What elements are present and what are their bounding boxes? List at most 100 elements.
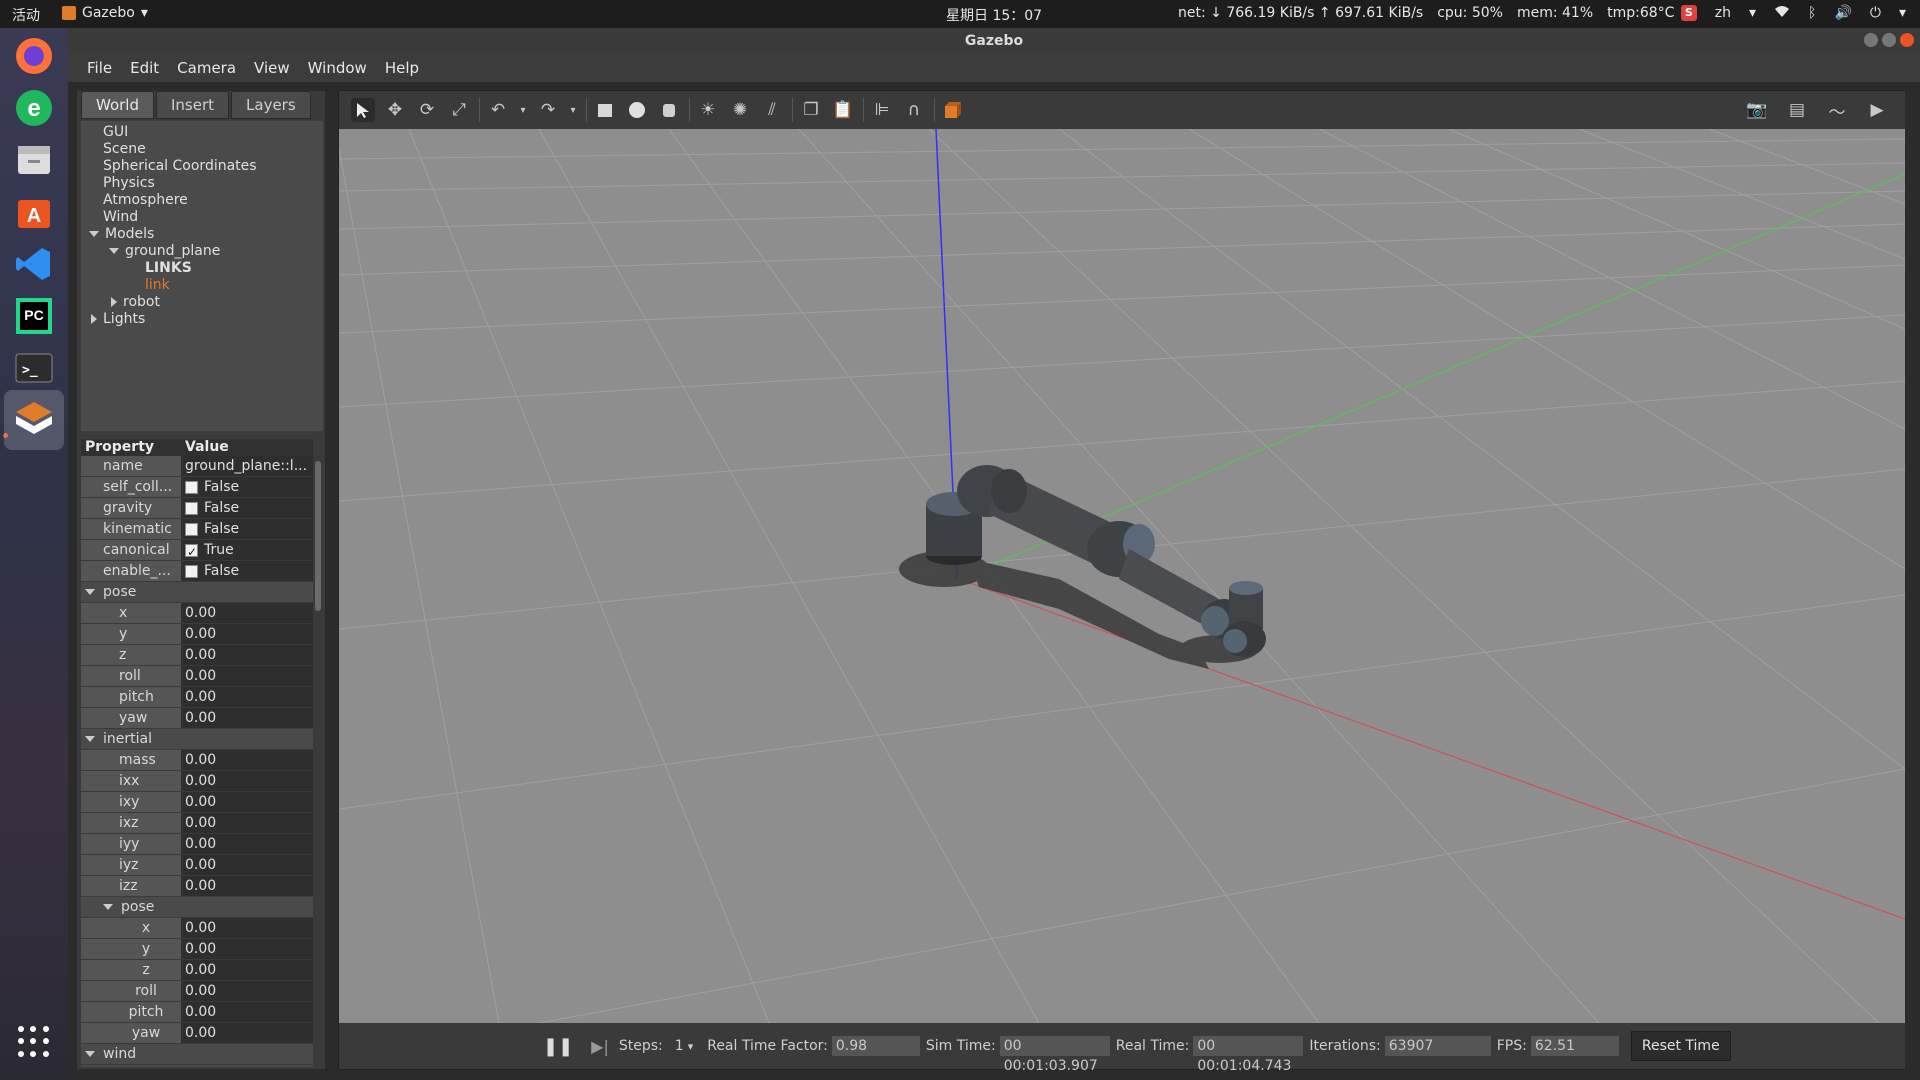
tree-item-scene[interactable]: Scene <box>103 141 146 158</box>
expand-arrow-icon[interactable] <box>85 589 95 595</box>
table-row[interactable]: name ground_plane::l... <box>81 456 313 477</box>
checkbox[interactable] <box>185 480 198 494</box>
table-row[interactable]: yaw 0.00 <box>81 708 313 729</box>
property-value[interactable]: False <box>181 498 313 518</box>
table-row[interactable]: pitch 0.00 <box>81 687 313 708</box>
table-row[interactable]: iyy 0.00 <box>81 834 313 855</box>
property-value[interactable]: 0.00 <box>181 834 313 854</box>
rotate-mode-icon[interactable]: ⟳ <box>415 98 439 122</box>
property-value[interactable]: True <box>181 540 313 560</box>
menu-view[interactable]: View <box>245 59 299 77</box>
menu-window[interactable]: Window <box>299 59 376 77</box>
menu-file[interactable]: File <box>78 59 121 77</box>
tree-item-lights[interactable]: Lights <box>91 311 145 328</box>
section-wind[interactable]: wind <box>81 1044 313 1065</box>
tree-item-physics[interactable]: Physics <box>103 175 155 192</box>
checkbox[interactable] <box>185 564 198 578</box>
tree-item-ground-plane[interactable]: ground_plane <box>109 243 220 260</box>
property-value[interactable]: 0.00 <box>181 918 313 938</box>
app-menu[interactable]: Gazebo ▾ <box>62 5 148 21</box>
log-icon[interactable]: ▤ <box>1785 98 1809 122</box>
table-row[interactable]: gravity False <box>81 498 313 519</box>
property-value[interactable]: 0.00 <box>181 666 313 686</box>
section-pose[interactable]: pose <box>81 582 313 603</box>
property-value[interactable]: ground_plane::l... <box>181 456 313 476</box>
property-value[interactable]: 0.00 <box>181 771 313 791</box>
table-row[interactable]: z 0.00 <box>81 960 313 981</box>
table-row[interactable]: mass 0.00 <box>81 750 313 771</box>
snap-icon[interactable]: ∩ <box>902 98 926 122</box>
property-scrollbar[interactable] <box>315 461 321 611</box>
checkbox[interactable] <box>185 501 198 515</box>
table-row[interactable]: y 0.00 <box>81 939 313 960</box>
reset-time-button[interactable]: Reset Time <box>1630 1031 1731 1061</box>
chevron-down-icon[interactable]: ▾ <box>518 98 528 122</box>
tab-layers[interactable]: Layers <box>231 91 311 119</box>
sphere-shape-icon[interactable] <box>625 98 649 122</box>
translate-mode-icon[interactable]: ✥ <box>383 98 407 122</box>
firefox-icon[interactable] <box>12 34 56 78</box>
pycharm-icon[interactable]: PC <box>12 294 56 338</box>
scale-mode-icon[interactable]: ⤢ <box>447 98 471 122</box>
tree-item-robot[interactable]: robot <box>111 294 160 311</box>
table-row[interactable]: canonical True <box>81 540 313 561</box>
table-row[interactable]: ixy 0.00 <box>81 792 313 813</box>
tree-item-gui[interactable]: GUI <box>103 124 128 141</box>
property-value[interactable]: False <box>181 477 313 497</box>
property-value[interactable]: 0.00 <box>181 750 313 770</box>
volume-icon[interactable]: 🔊 <box>1834 5 1851 21</box>
plot-icon[interactable]: 〜 <box>1825 98 1849 123</box>
undo-icon[interactable]: ↶ <box>486 98 510 122</box>
property-value[interactable]: 0.00 <box>181 855 313 875</box>
redo-icon[interactable]: ↷ <box>536 98 560 122</box>
chevron-down-icon[interactable]: ▾ <box>568 98 578 122</box>
maximize-button[interactable] <box>1882 33 1896 47</box>
wifi-icon[interactable] <box>1774 4 1790 22</box>
property-value[interactable]: False <box>181 561 313 581</box>
paste-icon[interactable]: 📋 <box>831 98 855 122</box>
software-center-icon[interactable]: A <box>12 190 56 234</box>
section-inertial-pose[interactable]: pose <box>81 897 313 918</box>
property-value[interactable]: False <box>181 519 313 539</box>
expand-arrow-icon[interactable] <box>85 1051 95 1057</box>
activities-button[interactable]: 活动 <box>12 5 40 25</box>
cylinder-shape-icon[interactable] <box>657 98 681 122</box>
tree-item-atmosphere[interactable]: Atmosphere <box>103 192 188 209</box>
property-value[interactable]: 0.00 <box>181 792 313 812</box>
box-shape-icon[interactable] <box>593 98 617 122</box>
minimize-button[interactable] <box>1864 33 1878 47</box>
point-light-icon[interactable]: ☀ <box>696 98 720 122</box>
chevron-down-icon[interactable]: ▾ <box>688 1040 694 1053</box>
expand-arrow-icon[interactable] <box>103 904 113 910</box>
step-icon[interactable]: ▶| <box>591 1037 609 1056</box>
table-row[interactable]: yaw 0.00 <box>81 1023 313 1044</box>
property-value[interactable]: 0.00 <box>181 687 313 707</box>
table-row[interactable]: self_coll... False <box>81 477 313 498</box>
property-value[interactable]: 0.00 <box>181 1023 313 1043</box>
expand-arrow-icon[interactable] <box>109 248 119 254</box>
property-value[interactable]: 0.00 <box>181 708 313 728</box>
table-row[interactable]: x 0.00 <box>81 603 313 624</box>
screenshot-icon[interactable]: 📷 <box>1745 98 1769 122</box>
select-mode-icon[interactable] <box>351 98 375 122</box>
table-row[interactable]: enable_... False <box>81 561 313 582</box>
table-row[interactable]: z 0.00 <box>81 645 313 666</box>
show-applications-icon[interactable] <box>18 1026 50 1058</box>
expand-arrow-icon[interactable] <box>85 736 95 742</box>
table-row[interactable]: x 0.00 <box>81 918 313 939</box>
files-icon[interactable] <box>12 138 56 182</box>
table-row[interactable]: ixx 0.00 <box>81 771 313 792</box>
checkbox-checked[interactable] <box>185 542 198 560</box>
tree-item-spherical[interactable]: Spherical Coordinates <box>103 158 257 175</box>
table-row[interactable]: pitch 0.00 <box>81 1002 313 1023</box>
tree-item-wind[interactable]: Wind <box>103 209 138 226</box>
property-value[interactable]: 0.00 <box>181 624 313 644</box>
tab-insert[interactable]: Insert <box>156 91 230 119</box>
property-value[interactable]: 0.00 <box>181 876 313 896</box>
gazebo-icon[interactable] <box>4 390 64 450</box>
close-button[interactable] <box>1900 33 1914 47</box>
menu-help[interactable]: Help <box>376 59 428 77</box>
property-value[interactable]: 0.00 <box>181 813 313 833</box>
menu-edit[interactable]: Edit <box>121 59 168 77</box>
property-value[interactable]: 0.00 <box>181 603 313 623</box>
